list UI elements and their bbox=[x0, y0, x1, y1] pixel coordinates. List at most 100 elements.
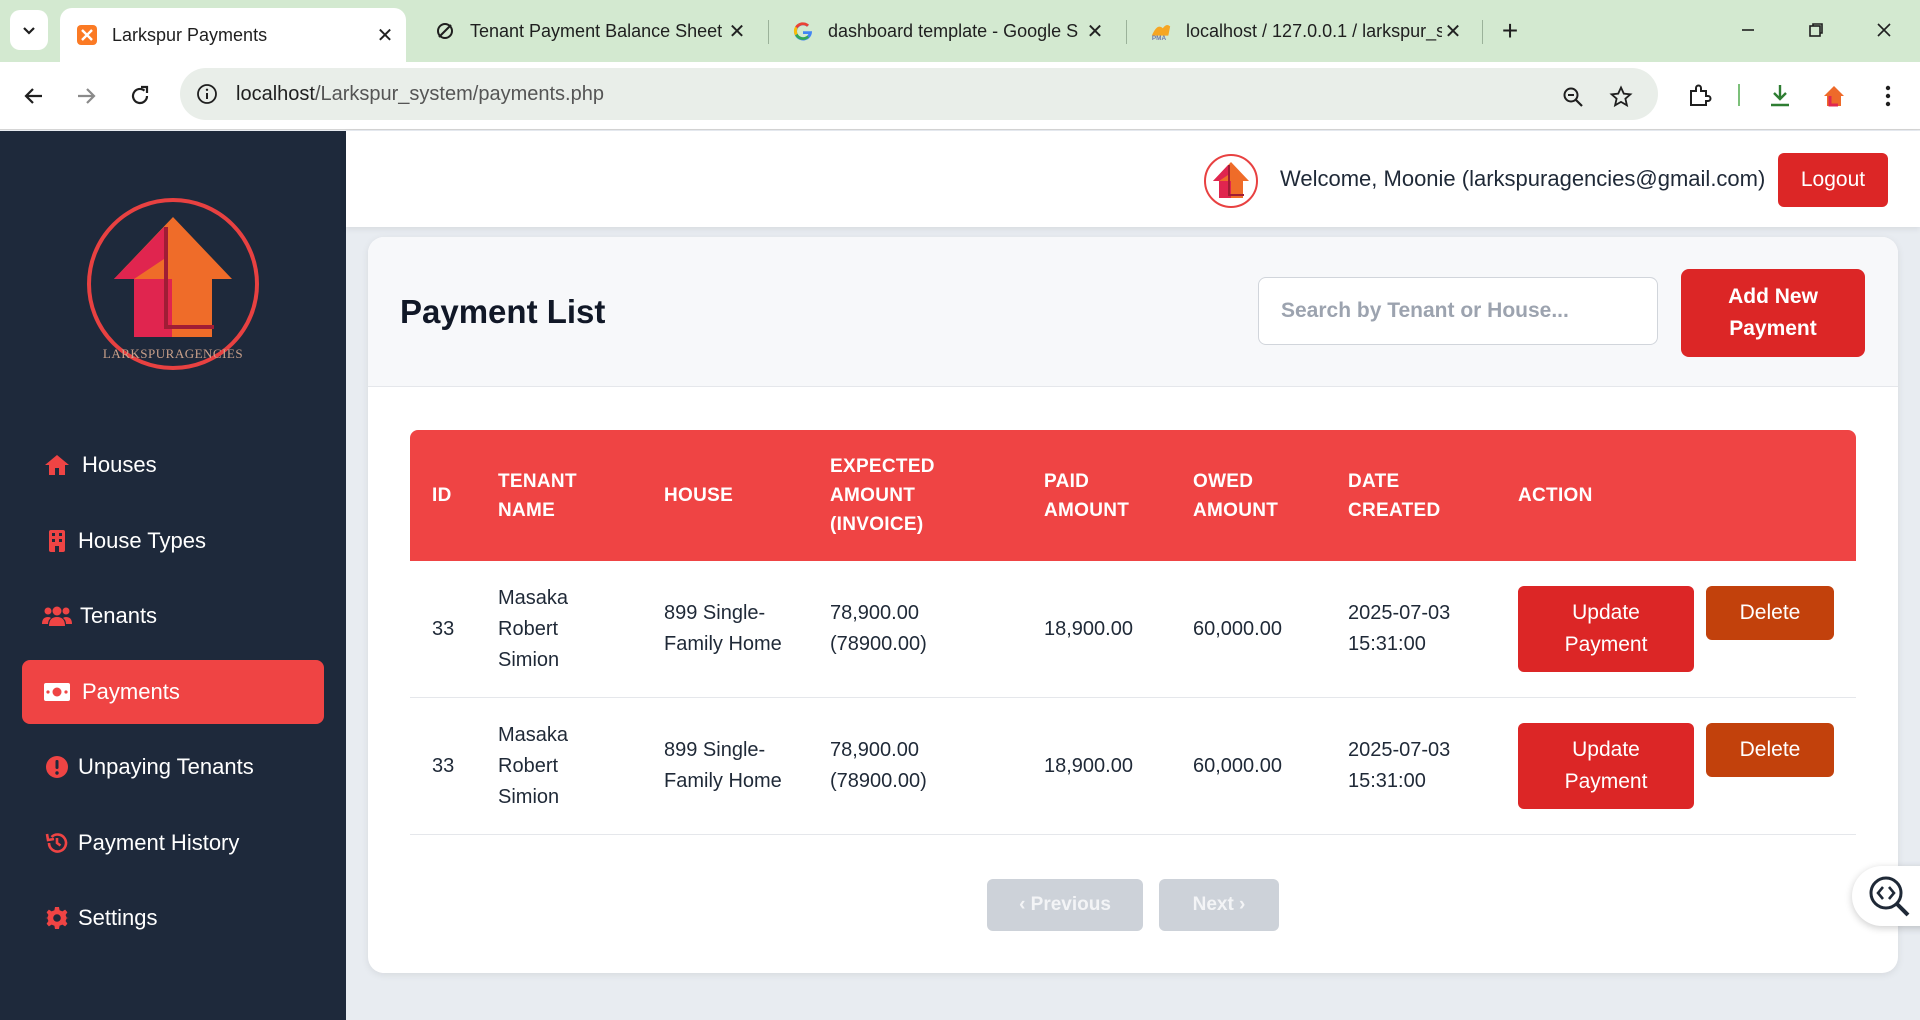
column-header-paid-amount: PAID AMOUNT bbox=[1044, 470, 1130, 521]
xampp-icon bbox=[76, 24, 98, 46]
sidebar-item-houses[interactable]: Houses bbox=[22, 433, 324, 497]
sidebar-item-label: Settings bbox=[78, 905, 158, 930]
restore-icon bbox=[1809, 23, 1823, 37]
column-header-id: ID bbox=[432, 485, 452, 506]
payments-table: ID TENANT NAME HOUSE EXPECTED AMOUNT (IN… bbox=[410, 430, 1856, 835]
cell-paid: 18,900.00 bbox=[1044, 617, 1133, 640]
site-info-icon[interactable] bbox=[194, 81, 220, 107]
history-icon bbox=[42, 828, 72, 858]
toolbar-separator bbox=[1738, 84, 1740, 106]
url-host: localhost bbox=[236, 82, 315, 105]
table-header: ID TENANT NAME HOUSE EXPECTED AMOUNT (IN… bbox=[410, 430, 1856, 561]
sidebar-item-label: Unpaying Tenants bbox=[78, 754, 254, 779]
sidebar-item-payment-history[interactable]: Payment History bbox=[22, 811, 324, 875]
tab-larkspur-payments[interactable]: Larkspur Payments ✕ bbox=[60, 8, 406, 62]
cell-house: 899 Single-Family Home bbox=[664, 739, 782, 792]
code-search-icon bbox=[1869, 876, 1910, 917]
building-icon bbox=[42, 526, 72, 556]
back-button[interactable] bbox=[14, 76, 54, 116]
money-bill-icon bbox=[42, 677, 72, 707]
sidebar-item-label: Tenants bbox=[80, 603, 158, 628]
column-header-expected-amount: EXPECTED AMOUNT (INVOICE) bbox=[830, 456, 935, 535]
tab-separator bbox=[1126, 20, 1127, 44]
google-icon bbox=[792, 20, 814, 42]
cell-expected: 78,900.00 (78900.00) bbox=[830, 739, 927, 792]
tab-phpmyadmin[interactable]: PMA localhost / 127.0.0.1 / larkspur_s ✕ bbox=[1134, 8, 1474, 54]
inspect-widget-button[interactable] bbox=[1852, 866, 1920, 926]
update-payment-button[interactable]: Update Payment bbox=[1518, 723, 1694, 809]
tab-search-button[interactable] bbox=[10, 10, 48, 50]
cell-paid: 18,900.00 bbox=[1044, 754, 1133, 777]
tab-balance-sheet[interactable]: Tenant Payment Balance Sheet ✕ bbox=[418, 8, 758, 54]
payment-list-card: Payment List Add New Payment ID TENANT N… bbox=[368, 237, 1898, 973]
sidebar-item-unpaying-tenants[interactable]: Unpaying Tenants bbox=[22, 735, 324, 799]
column-header-owed-amount: OWED AMOUNT bbox=[1193, 470, 1279, 521]
extensions-icon[interactable] bbox=[1680, 76, 1720, 116]
close-icon[interactable]: ✕ bbox=[374, 24, 396, 47]
reload-button[interactable] bbox=[120, 76, 160, 116]
larkspur-logo[interactable]: LARKSPURAGENCIES bbox=[86, 197, 260, 371]
cell-id: 33 bbox=[432, 617, 455, 640]
tab-title: Larkspur Payments bbox=[112, 24, 268, 45]
search-input[interactable] bbox=[1258, 277, 1658, 345]
chevron-down-icon bbox=[23, 27, 35, 35]
larkspur-extension-icon[interactable] bbox=[1814, 76, 1854, 116]
url-path: /Larkspur_system/payments.php bbox=[314, 82, 604, 105]
sidebar-item-label: Houses bbox=[82, 452, 157, 477]
sidebar-item-label: Payment History bbox=[78, 830, 240, 855]
tab-title: localhost / 127.0.0.1 / larkspur_s bbox=[1186, 20, 1442, 41]
page-title: Payment List bbox=[400, 293, 606, 330]
tab-google-sheets[interactable]: dashboard template - Google S ✕ bbox=[776, 8, 1116, 54]
table-row: 33 Masaka Robert Simion 899 Single-Famil… bbox=[410, 561, 1856, 698]
sidebar-item-payments[interactable]: Payments bbox=[22, 660, 324, 724]
cell-date: 2025-07-03 15:31:00 bbox=[1348, 739, 1451, 792]
cell-id: 33 bbox=[432, 754, 455, 777]
avatar bbox=[1203, 153, 1259, 209]
cell-expected: 78,900.00 (78900.00) bbox=[830, 602, 927, 655]
forward-button[interactable] bbox=[66, 76, 106, 116]
next-page-button[interactable]: Next › bbox=[1159, 879, 1279, 931]
cell-date: 2025-07-03 15:31:00 bbox=[1348, 602, 1451, 655]
arrow-left-icon bbox=[24, 88, 42, 104]
close-window-button[interactable] bbox=[1864, 12, 1904, 48]
sidebar-item-settings[interactable]: Settings bbox=[22, 886, 324, 950]
gear-icon bbox=[42, 903, 72, 933]
tab-separator bbox=[1482, 20, 1483, 44]
more-menu-icon[interactable] bbox=[1868, 76, 1908, 116]
bookmark-star-icon[interactable] bbox=[1606, 82, 1636, 112]
previous-page-button[interactable]: ‹ Previous bbox=[987, 879, 1143, 931]
welcome-text: Welcome, Moonie (larkspuragencies@gmail.… bbox=[1280, 166, 1766, 191]
card-header: Payment List Add New Payment bbox=[368, 237, 1898, 387]
delete-button[interactable]: Delete bbox=[1706, 723, 1834, 777]
restore-button[interactable] bbox=[1796, 12, 1836, 48]
browser-tab-bar: Larkspur Payments ✕ Tenant Payment Balan… bbox=[0, 0, 1920, 62]
cell-owed: 60,000.00 bbox=[1193, 617, 1282, 640]
top-header: Welcome, Moonie (larkspuragencies@gmail.… bbox=[346, 131, 1920, 227]
sidebar: LARKSPURAGENCIES Houses House Types Tena… bbox=[0, 131, 346, 1020]
close-icon[interactable]: ✕ bbox=[1442, 20, 1464, 43]
delete-button[interactable]: Delete bbox=[1706, 586, 1834, 640]
tab-title: Tenant Payment Balance Sheet bbox=[470, 20, 723, 41]
zoom-icon[interactable] bbox=[1558, 82, 1588, 112]
svg-text:PMA: PMA bbox=[1152, 35, 1167, 42]
tab-title: dashboard template - Google S bbox=[828, 20, 1079, 41]
close-icon[interactable]: ✕ bbox=[1084, 20, 1106, 43]
sidebar-item-label: House Types bbox=[78, 528, 207, 553]
sidebar-item-tenants[interactable]: Tenants bbox=[22, 584, 324, 648]
exclamation-circle-icon bbox=[42, 752, 72, 782]
url-text: localhost/Larkspur_system/payments.php bbox=[236, 83, 604, 106]
home-icon bbox=[42, 450, 72, 480]
logout-button[interactable]: Logout bbox=[1778, 153, 1888, 207]
new-tab-button[interactable]: + bbox=[1496, 14, 1524, 48]
minimize-button[interactable] bbox=[1728, 12, 1768, 48]
download-icon[interactable] bbox=[1760, 76, 1800, 116]
cell-house: 899 Single-Family Home bbox=[664, 602, 782, 655]
sidebar-item-house-types[interactable]: House Types bbox=[22, 509, 324, 573]
update-payment-button[interactable]: Update Payment bbox=[1518, 586, 1694, 672]
add-payment-button[interactable]: Add New Payment bbox=[1681, 269, 1865, 357]
table-row: 33 Masaka Robert Simion 899 Single-Famil… bbox=[410, 698, 1856, 835]
close-icon[interactable]: ✕ bbox=[726, 20, 748, 43]
address-bar[interactable]: localhost/Larkspur_system/payments.php bbox=[180, 68, 1658, 120]
tab-separator bbox=[768, 20, 769, 44]
column-header-tenant-name: TENANT NAME bbox=[498, 470, 577, 521]
